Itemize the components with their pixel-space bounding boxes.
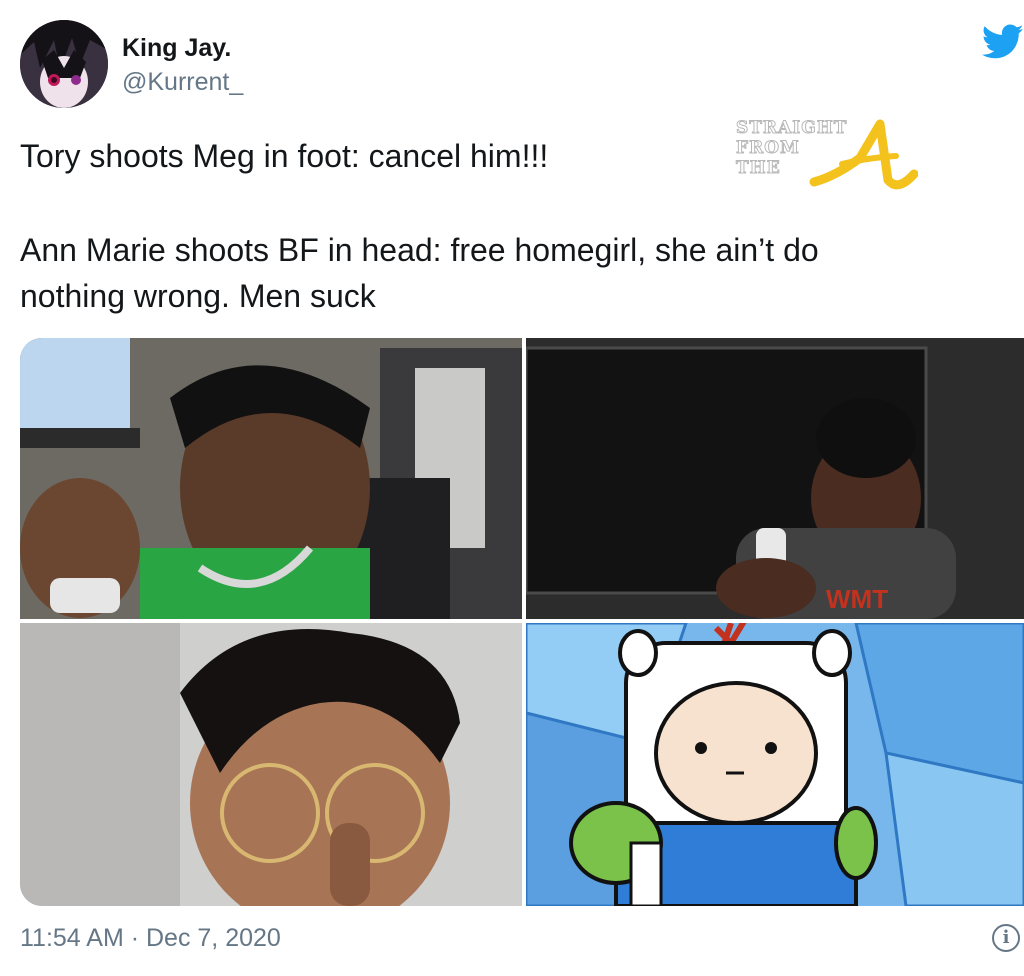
author-display-name[interactable]: King Jay. — [122, 34, 231, 63]
twitter-bird-icon[interactable] — [982, 24, 1024, 60]
info-icon[interactable]: i — [992, 924, 1020, 952]
tweet-text-line-3: Ann Marie shoots BF in head: free homegi… — [20, 232, 819, 268]
tweet-timestamp[interactable]: 11:54 AM · Dec 7, 2020 — [20, 924, 281, 953]
author-avatar[interactable] — [20, 20, 108, 108]
author-handle[interactable]: @Kurrent_ — [122, 68, 243, 97]
tweet-text-line-1: Tory shoots Meg in foot: cancel him!!! — [20, 138, 549, 174]
watermark-line-3: THE — [736, 158, 781, 179]
media-image-2[interactable]: WMT — [526, 338, 1024, 619]
tweet-media-grid[interactable]: WMT — [20, 338, 1024, 906]
watermark-line-2: FROM — [736, 138, 800, 159]
media-image-1[interactable] — [20, 338, 522, 619]
media-image-4[interactable] — [526, 623, 1024, 906]
media-image-3[interactable] — [20, 623, 522, 906]
svg-text:WMT: WMT — [826, 584, 888, 614]
tweet-text-line-4: nothing wrong. Men suck — [20, 278, 376, 314]
watermark-a-logo — [809, 119, 918, 190]
straight-from-the-a-watermark: STRAIGHT FROM THE — [735, 118, 918, 196]
